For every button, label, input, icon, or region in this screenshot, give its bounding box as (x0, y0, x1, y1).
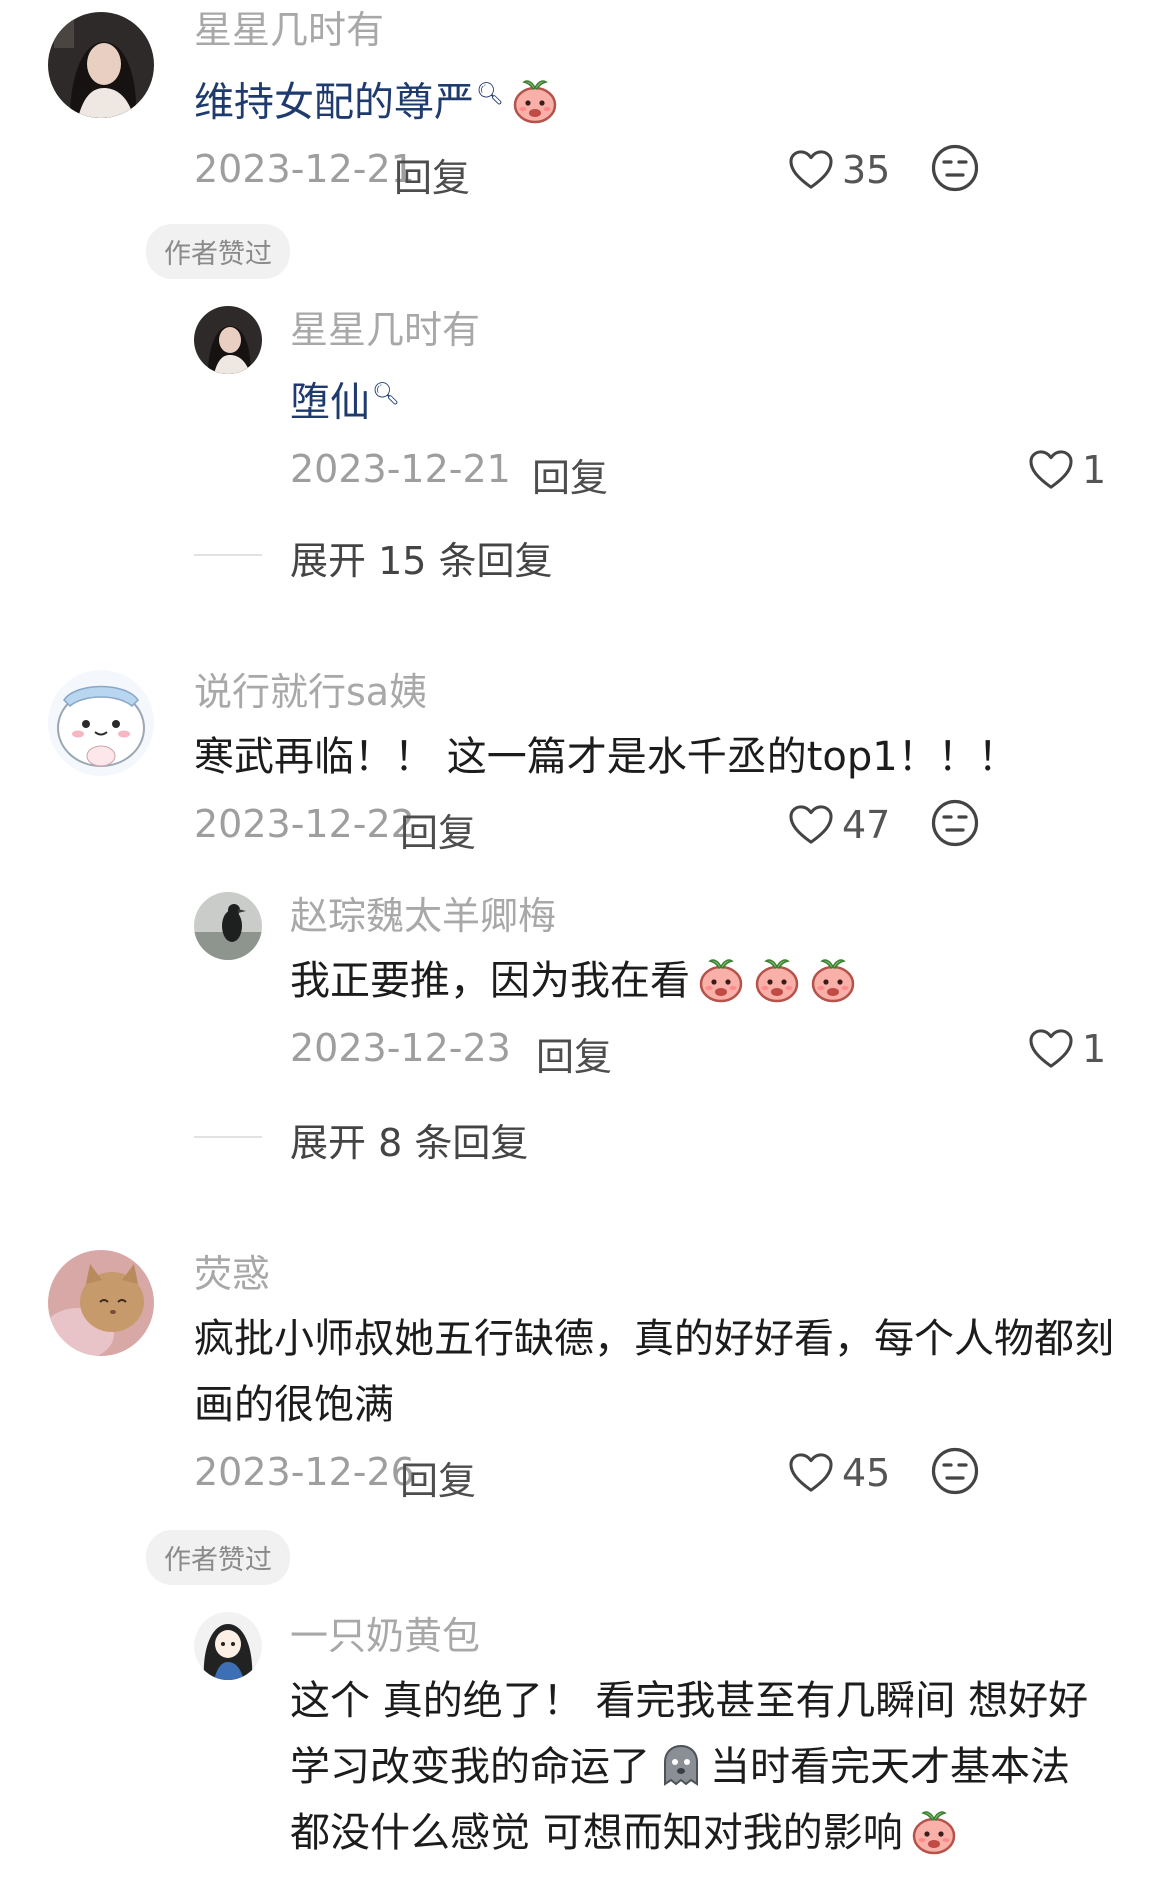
like-count: 1 (1082, 1027, 1107, 1071)
comment-text[interactable]: 疯批小师叔她五行缺德，真的好好看，每个人物都刻画的很饱满 (194, 1306, 1124, 1438)
username[interactable]: 星星几时有 (194, 6, 1128, 54)
neutral-face-icon[interactable] (930, 143, 980, 193)
reply-text-line: 学习改变我的命运了 当时看完天才基本法 (290, 1734, 1128, 1800)
comment-date: 2023-12-22 (194, 802, 415, 846)
heart-outline-icon (1028, 1028, 1074, 1070)
comment-text[interactable]: 寒武再临！！ 这一篇才是水千丞的top1！！！ (194, 724, 1128, 790)
author-liked-badge: 作者赞过 (146, 1530, 290, 1585)
reply-button[interactable]: 回复 (532, 447, 608, 502)
reply-meta: 2023-12-23 回复 1 (290, 1018, 1128, 1081)
reply-text-content: 我正要推，因为我在看 (290, 958, 690, 1004)
heart-outline-icon (788, 804, 834, 846)
comment-meta: 2023-12-22 回复 47 (194, 794, 1128, 857)
reply-text-segment: 学习改变我的命运了 (290, 1744, 650, 1790)
reply-date: 2023-12-23 (290, 1026, 511, 1070)
reply-button[interactable]: 回复 (400, 802, 476, 857)
search-icon[interactable]: 🔍︎ (372, 382, 400, 407)
divider (194, 1136, 262, 1138)
reply-text-segment: 当时看完天才基本法 (710, 1744, 1070, 1790)
reply-text-content: 堕仙 (290, 379, 370, 426)
heart-outline-icon (788, 1452, 834, 1494)
like-button[interactable]: 1 (1028, 445, 1106, 495)
search-icon[interactable]: 🔍︎ (476, 82, 504, 107)
reply-item: 星星几时有 堕仙🔍︎ 2023-12-21 回复 1 (194, 306, 1128, 502)
reply-text[interactable]: 这个 真的绝了！ 看完我甚至有几瞬间 想好好 学习改变我的命运了 当时看完天才基本… (290, 1668, 1128, 1866)
comment-text-content: 维持女配的尊严 (194, 79, 474, 126)
username[interactable]: 说行就行sa姨 (194, 668, 1128, 716)
like-button[interactable]: 35 (788, 145, 890, 195)
divider (194, 554, 262, 556)
like-count: 45 (842, 1451, 891, 1495)
like-count: 1 (1082, 448, 1107, 493)
comment-meta: 2023-12-21 回复 35 (194, 139, 1128, 202)
avatar[interactable] (194, 1612, 262, 1680)
like-button[interactable]: 47 (788, 800, 890, 850)
heart-outline-icon (1028, 449, 1074, 491)
heart-outline-icon (788, 149, 834, 191)
username[interactable]: 一只奶黄包 (290, 1612, 1128, 1660)
reply-button[interactable]: 回复 (394, 147, 470, 202)
username[interactable]: 星星几时有 (290, 306, 1128, 354)
avatar[interactable] (48, 670, 154, 776)
peach-emoji-icon (808, 954, 858, 1004)
username[interactable]: 荧惑 (194, 1250, 1128, 1298)
reply-text[interactable]: 堕仙🔍︎ (290, 362, 1128, 435)
avatar[interactable] (48, 1250, 154, 1356)
avatar[interactable] (48, 12, 154, 118)
reply-meta: 2023-12-21 回复 1 (290, 439, 1128, 502)
expand-replies-label: 展开 15 条回复 (290, 539, 553, 583)
comment-text[interactable]: 维持女配的尊严🔍︎ (194, 62, 1128, 135)
author-liked-badge: 作者赞过 (146, 224, 290, 279)
comment-item: 荧惑 疯批小师叔她五行缺德，真的好好看，每个人物都刻画的很饱满 2023-12-… (48, 1250, 1128, 1510)
comment-list: 星星几时有 维持女配的尊严🔍︎ 2023-12-21 回复 35 作者赞过 星星… (0, 0, 1170, 1879)
neutral-face-icon[interactable] (930, 798, 980, 848)
comment-date: 2023-12-21 (194, 147, 415, 192)
like-count: 35 (842, 148, 891, 193)
like-button[interactable]: 1 (1028, 1024, 1106, 1074)
like-button[interactable]: 45 (788, 1448, 890, 1498)
reply-date: 2023-12-21 (290, 447, 511, 492)
avatar[interactable] (194, 306, 262, 374)
comment-meta: 2023-12-26 回复 45 (194, 1442, 1128, 1505)
peach-emoji-icon (752, 954, 802, 1004)
reply-text-segment: 都没什么感觉 可想而知对我的影响 (290, 1810, 903, 1856)
expand-replies-label: 展开 8 条回复 (290, 1121, 529, 1165)
peach-emoji-icon (909, 1806, 959, 1856)
avatar[interactable] (194, 892, 262, 960)
comment-date: 2023-12-26 (194, 1450, 415, 1494)
reply-text-line: 这个 真的绝了！ 看完我甚至有几瞬间 想好好 (290, 1678, 1089, 1724)
peach-emoji-icon (510, 75, 560, 125)
peach-emoji-icon (696, 954, 746, 1004)
like-count: 47 (842, 803, 891, 847)
reply-item: 赵琮魏太羊卿梅 我正要推，因为我在看 2023-12-23 回复 1 (194, 892, 1128, 1082)
reply-text-line: 都没什么感觉 可想而知对我的影响 (290, 1800, 1128, 1866)
comment-item: 说行就行sa姨 寒武再临！！ 这一篇才是水千丞的top1！！！ 2023-12-… (48, 668, 1128, 858)
ghost-emoji-icon (656, 1740, 706, 1790)
neutral-face-icon[interactable] (930, 1446, 980, 1496)
reply-item: 一只奶黄包 这个 真的绝了！ 看完我甚至有几瞬间 想好好 学习改变我的命运了 当时… (194, 1612, 1128, 1874)
username[interactable]: 赵琮魏太羊卿梅 (290, 892, 1128, 940)
reply-button[interactable]: 回复 (400, 1450, 476, 1505)
reply-button[interactable]: 回复 (536, 1026, 612, 1081)
comment-item: 星星几时有 维持女配的尊严🔍︎ 2023-12-21 回复 35 (48, 6, 1128, 202)
reply-text[interactable]: 我正要推，因为我在看 (290, 948, 1128, 1014)
